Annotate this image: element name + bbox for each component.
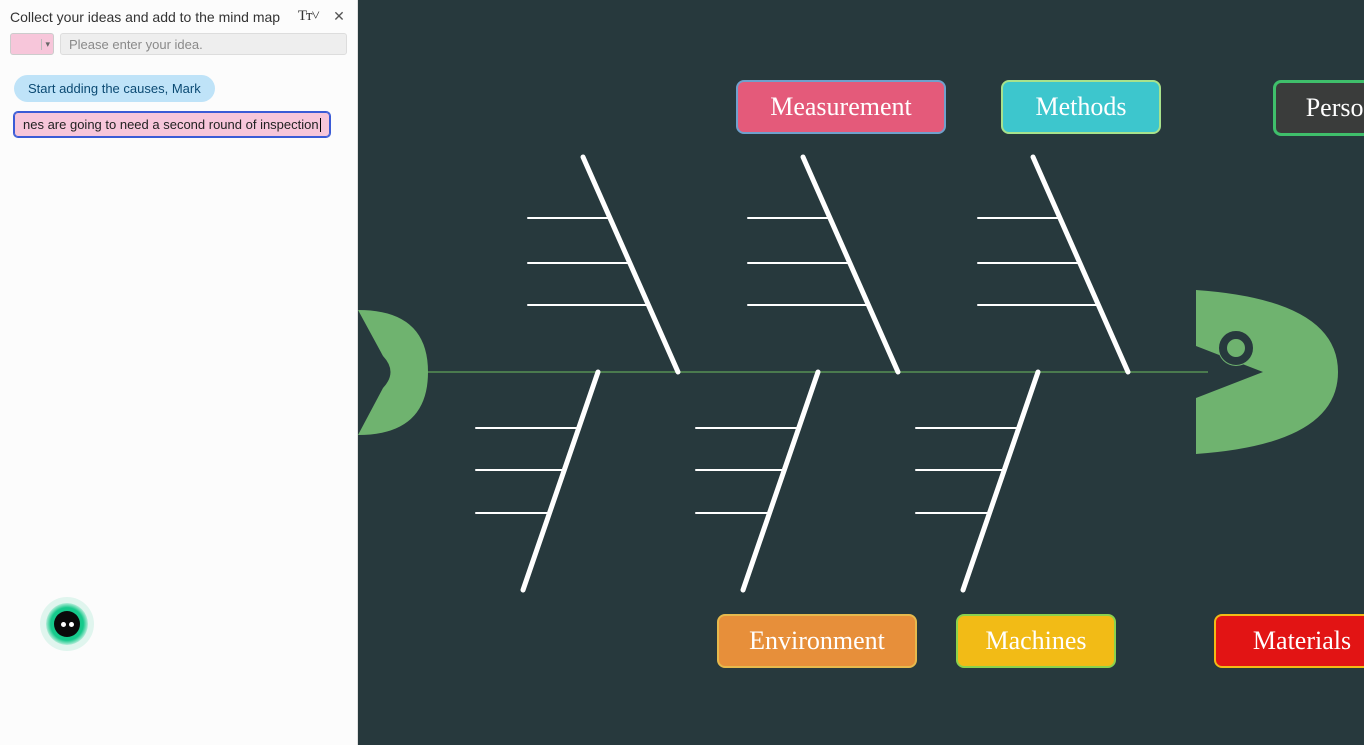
category-machines[interactable]: Machines xyxy=(956,614,1116,668)
ideas-list: Start adding the causes, Mark nes are go… xyxy=(0,63,357,745)
category-measurement[interactable]: Measurement xyxy=(736,80,946,134)
idea-chip-instruction[interactable]: Start adding the causes, Mark xyxy=(14,75,215,102)
chevron-down-icon: ▾ xyxy=(41,39,50,50)
diagram-canvas[interactable]: Measurement Methods Personnel Environmen… xyxy=(358,0,1364,745)
category-methods[interactable]: Methods xyxy=(1001,80,1161,134)
bone-personnel[interactable] xyxy=(978,157,1128,372)
idea-input[interactable] xyxy=(60,33,347,55)
bone-measurement[interactable] xyxy=(528,157,678,372)
category-materials[interactable]: Materials xyxy=(1214,614,1364,668)
bone-methods[interactable] xyxy=(748,157,898,372)
ai-assistant-button[interactable] xyxy=(46,603,88,645)
fish-head-icon xyxy=(1196,290,1338,454)
color-picker[interactable]: ▾ xyxy=(10,33,54,55)
bone-materials[interactable] xyxy=(916,372,1038,590)
idea-chip-editing[interactable]: nes are going to need a second round of … xyxy=(14,112,330,137)
ideas-sidebar: Collect your ideas and add to the mind m… xyxy=(0,0,358,745)
font-style-button[interactable]: Tᴛ˅ xyxy=(294,8,323,25)
bone-environment[interactable] xyxy=(476,372,598,590)
sidebar-header: Collect your ideas and add to the mind m… xyxy=(0,0,357,29)
idea-chip-editing-text: nes are going to need a second round of … xyxy=(23,117,319,132)
idea-input-row: ▾ xyxy=(0,29,357,63)
robot-icon xyxy=(54,611,80,637)
bone-machines[interactable] xyxy=(696,372,818,590)
category-environment[interactable]: Environment xyxy=(717,614,917,668)
text-cursor-icon xyxy=(320,118,321,132)
sidebar-title: Collect your ideas and add to the mind m… xyxy=(10,9,286,25)
category-personnel[interactable]: Personnel xyxy=(1273,80,1364,136)
fish-tail-icon xyxy=(358,310,428,435)
close-icon[interactable]: ✕ xyxy=(331,8,347,25)
